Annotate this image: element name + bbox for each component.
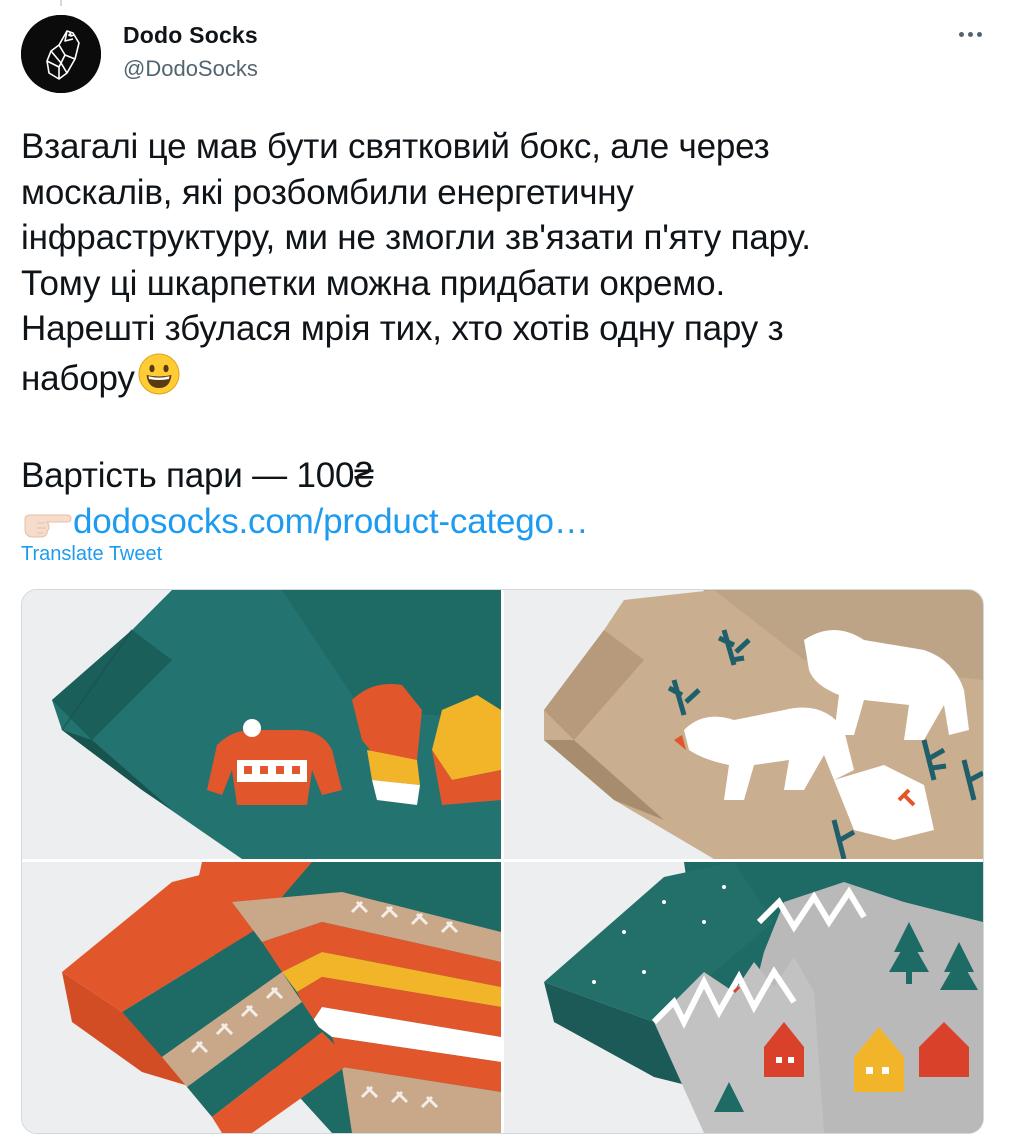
winter-houses-socks-photo: [504, 862, 983, 1133]
dot: [958, 31, 964, 37]
media-image-3[interactable]: [22, 862, 501, 1133]
translate-tweet-link[interactable]: Translate Tweet: [21, 543, 162, 566]
tweet-line: Взагалі це мав бути святковий бокс, але …: [21, 127, 770, 166]
tweet-link[interactable]: dodosocks.com/product-catego…: [73, 502, 589, 541]
media-image-4[interactable]: [504, 862, 983, 1133]
dot: [976, 31, 982, 37]
thread-connector: [60, 0, 62, 6]
media-image-1[interactable]: [22, 590, 501, 859]
author-name[interactable]: Dodo Socks: [123, 22, 258, 49]
fair-isle-socks-photo: [22, 862, 501, 1133]
author-handle[interactable]: @DodoSocks: [123, 56, 258, 82]
link-line: dodosocks.com/product-catego…: [21, 499, 991, 551]
author-avatar[interactable]: [21, 15, 101, 93]
tweet-line: москалів, які розбомбили енергетичну: [21, 172, 634, 212]
tweet-text: Взагалі це мав бути святковий бокс, але …: [21, 124, 991, 550]
media-grid: [21, 589, 984, 1134]
price-line: Вартість пари — 100₴: [21, 456, 374, 496]
tweet-line: набору: [21, 358, 135, 398]
tweet-line-with-emoji: набору: [21, 352, 991, 408]
tweet-line: Нарешті збулася мрія тих, хто хотів одну…: [21, 309, 784, 349]
dot: [967, 31, 973, 37]
sweater-socks-photo: [22, 590, 501, 859]
dodo-bird-logo-icon: [21, 15, 101, 93]
tweet-line: Тому ці шкарпетки можна придбати окремо.: [21, 263, 725, 303]
media-image-2[interactable]: [504, 590, 983, 859]
reindeer-socks-photo: [504, 590, 983, 859]
more-options-icon[interactable]: [950, 16, 990, 52]
tweet-line: інфраструктуру, ми не змогли зв'язати п'…: [21, 218, 811, 258]
grinning-face-emoji-icon: [137, 352, 181, 408]
